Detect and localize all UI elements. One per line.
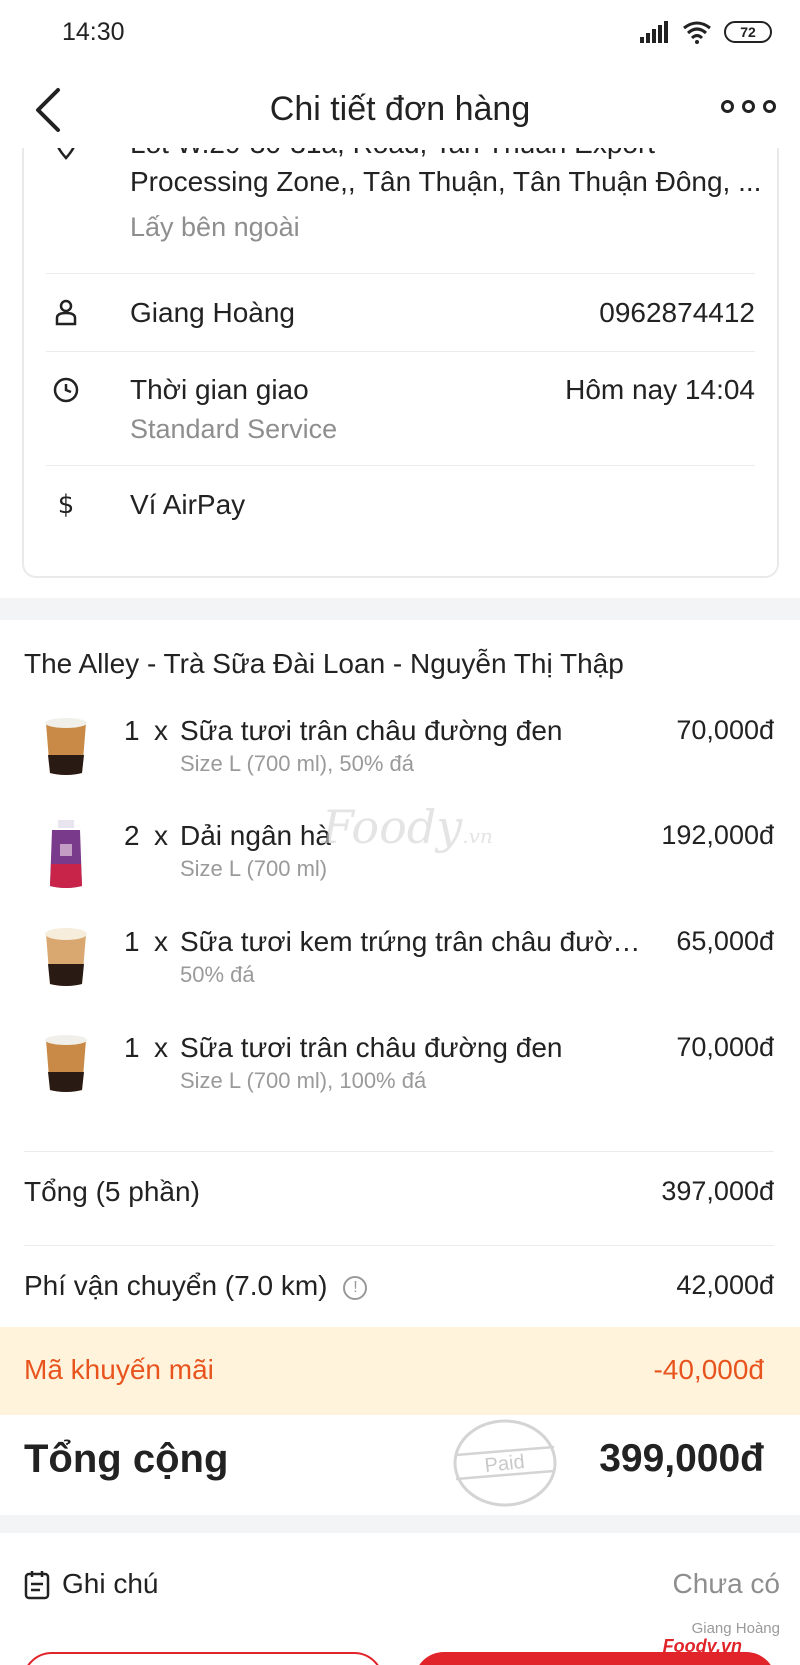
subtotal-label: Tổng (5 phần) <box>24 1176 200 1207</box>
subtotal-row: Tổng (5 phần) 397,000đ <box>24 1151 774 1233</box>
customer-phone: 0962874412 <box>599 297 755 328</box>
item-price: 70,000đ <box>676 1032 774 1062</box>
dollar-icon: $ <box>58 490 75 518</box>
primary-action-button[interactable] <box>414 1652 776 1665</box>
drink-image <box>45 718 87 775</box>
secondary-action-button[interactable] <box>22 1652 384 1665</box>
item-name: Sữa tươi kem trứng trân châu đường đen <box>180 926 642 957</box>
dot-icon <box>721 100 734 113</box>
status-bar: 14:30 72 <box>0 0 800 66</box>
address-row: Lot W.29-30-31a, Road, Tan Thuan Export … <box>46 148 761 274</box>
delivery-time-value: Hôm nay 14:04 <box>565 374 755 405</box>
restaurant-name: The Alley - Trà Sữa Đài Loan - Nguyễn Th… <box>24 648 624 679</box>
subtotal-value: 397,000đ <box>661 1176 774 1206</box>
item-options: Size L (700 ml), 50% đá <box>180 751 414 776</box>
wifi-icon <box>683 21 711 44</box>
shipping-row: Phí vận chuyển (7.0 km)! 42,000đ <box>24 1245 774 1327</box>
promo-label: Mã khuyến mãi <box>24 1354 214 1385</box>
item-quantity: 1 <box>124 926 140 957</box>
payment-method: Ví AirPay <box>130 489 246 520</box>
promo-value: -40,000đ <box>653 1354 764 1385</box>
delivery-time-row: Thời gian giao Hôm nay 14:04 Standard Se… <box>46 352 755 466</box>
item-price: 192,000đ <box>661 820 774 850</box>
person-icon <box>55 299 77 326</box>
status-time: 14:30 <box>62 18 125 46</box>
total-value: 399,000đ <box>599 1437 764 1480</box>
customer-name: Giang Hoàng <box>130 297 296 328</box>
address-line-1: Lot W.29-30-31a, Road, Tan Thuan Export <box>130 148 655 160</box>
item-times: x <box>154 715 168 746</box>
note-row[interactable]: Ghi chú Chưa có Giang Hoàng Foody.vn <box>0 1530 800 1656</box>
status-icons: 72 <box>640 20 772 44</box>
delivery-info-card: Lot W.29-30-31a, Road, Tan Thuan Export … <box>22 148 779 578</box>
item-options: 50% đá <box>180 962 255 987</box>
battery-icon: 72 <box>724 21 772 43</box>
section-divider <box>0 598 800 620</box>
location-pin-icon <box>57 148 75 160</box>
item-price: 70,000đ <box>676 715 774 745</box>
payment-row: $ Ví AirPay <box>46 466 755 546</box>
item-options: Size L (700 ml), 100% đá <box>180 1068 427 1093</box>
svg-text:$: $ <box>58 490 75 518</box>
signal-icon <box>640 21 668 43</box>
drink-image <box>45 1035 87 1092</box>
item-quantity: 2 <box>124 820 140 851</box>
drink-image <box>50 820 82 888</box>
delivery-time-label: Thời gian giao <box>130 374 309 405</box>
shipping-label: Phí vận chuyển (7.0 km) <box>24 1270 328 1301</box>
total-label: Tổng cộng <box>24 1437 229 1481</box>
svg-text:Paid: Paid <box>484 1451 526 1477</box>
total-row: Tổng cộng Paid 399,000đ <box>0 1415 800 1515</box>
order-item: 1 x Sữa tươi kem trứng trân châu đường đ… <box>0 926 800 1026</box>
address-line-2: Processing Zone,, Tân Thuận, Tân Thuận Đ… <box>130 166 762 197</box>
item-price: 65,000đ <box>676 926 774 956</box>
page-title: Chi tiết đơn hàng <box>269 90 531 128</box>
promo-row: Mã khuyến mãi -40,000đ <box>0 1327 800 1415</box>
item-quantity: 1 <box>124 715 140 746</box>
address-note: Lấy bên ngoài <box>130 212 300 242</box>
watermark-foody: Foody.vn <box>322 800 493 854</box>
user-watermark: Giang Hoàng <box>691 1620 780 1637</box>
item-times: x <box>154 820 168 851</box>
app-bar: Chi tiết đơn hàng <box>0 72 800 148</box>
drink-image <box>45 928 87 986</box>
clock-icon <box>53 377 79 403</box>
item-quantity: 1 <box>124 1032 140 1063</box>
item-times: x <box>154 1032 168 1063</box>
shipping-value: 42,000đ <box>676 1270 774 1300</box>
note-label: Ghi chú <box>62 1568 159 1599</box>
notepad-icon <box>24 1571 50 1600</box>
dot-icon <box>742 100 755 113</box>
item-times: x <box>154 926 168 957</box>
customer-row: Giang Hoàng 0962874412 <box>46 274 755 352</box>
more-options-button[interactable] <box>721 100 776 113</box>
item-options: Size L (700 ml) <box>180 856 328 881</box>
note-value: Chưa có <box>672 1568 780 1599</box>
shipping-label-wrap: Phí vận chuyển (7.0 km)! <box>24 1270 368 1302</box>
service-type: Standard Service <box>130 414 338 444</box>
item-name: Sữa tươi trân châu đường đen <box>180 715 563 746</box>
order-item: 1 x Sữa tươi trân châu đường đen Size L … <box>0 1032 800 1132</box>
paid-stamp-icon: Paid <box>453 1419 557 1507</box>
item-name: Sữa tươi trân châu đường đen <box>180 1032 563 1063</box>
info-icon[interactable]: ! <box>343 1275 368 1300</box>
dot-icon <box>763 100 776 113</box>
